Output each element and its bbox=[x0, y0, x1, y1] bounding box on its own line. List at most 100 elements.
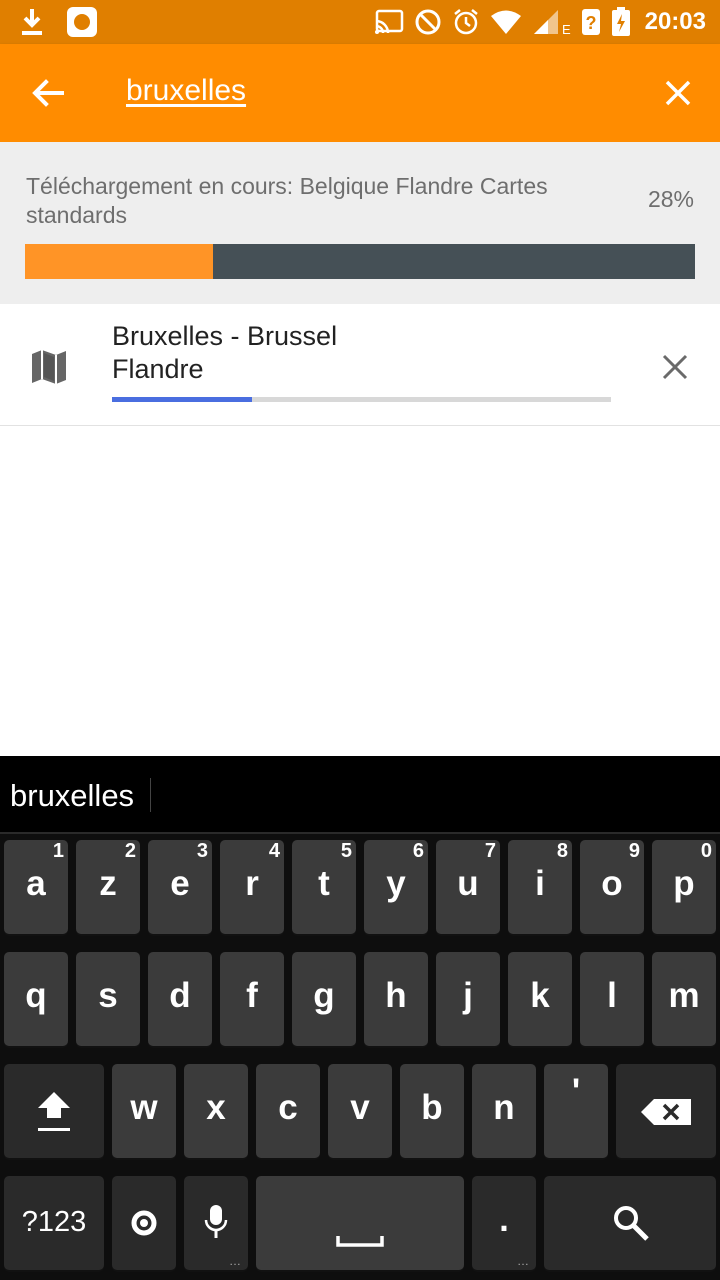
key-more-indicator: … bbox=[229, 1254, 242, 1268]
alarm-icon bbox=[452, 8, 480, 36]
key-h[interactable]: h bbox=[364, 952, 428, 1046]
cast-icon bbox=[374, 9, 404, 35]
backspace-key[interactable] bbox=[616, 1064, 716, 1158]
key-b[interactable]: b bbox=[400, 1064, 464, 1158]
result-title: Bruxelles - Brussel bbox=[112, 321, 338, 351]
key-label: e bbox=[170, 864, 190, 903]
key-r[interactable]: 4r bbox=[220, 840, 284, 934]
search-key[interactable] bbox=[544, 1176, 716, 1270]
key-j[interactable]: j bbox=[436, 952, 500, 1046]
key-hint: 5 bbox=[340, 840, 352, 862]
suggestion-strip: bruxelles bbox=[0, 756, 720, 834]
key-t[interactable]: 5t bbox=[292, 840, 356, 934]
key-hint: 2 bbox=[124, 840, 136, 862]
key-label: t bbox=[318, 864, 330, 903]
microphone-key[interactable]: … bbox=[184, 1176, 248, 1270]
key-label: k bbox=[530, 976, 550, 1015]
key-label: o bbox=[601, 864, 623, 903]
backspace-icon bbox=[641, 1099, 691, 1125]
key-hint: 6 bbox=[412, 840, 424, 862]
search-input[interactable]: bruxelles bbox=[126, 74, 246, 108]
key-k[interactable]: k bbox=[508, 952, 572, 1046]
key-more-indicator: … bbox=[517, 1254, 530, 1268]
key-d[interactable]: d bbox=[148, 952, 212, 1046]
period-key[interactable]: . … bbox=[472, 1176, 536, 1270]
shift-key[interactable] bbox=[4, 1064, 104, 1158]
key-label: q bbox=[25, 976, 47, 1015]
key-l[interactable]: l bbox=[580, 952, 644, 1046]
close-icon bbox=[662, 354, 688, 380]
key-o[interactable]: 9o bbox=[580, 840, 644, 934]
back-button[interactable] bbox=[28, 73, 68, 113]
key-label: a bbox=[26, 864, 46, 903]
app-bar: bruxelles bbox=[0, 44, 720, 142]
key-hint: 4 bbox=[268, 840, 280, 862]
key-v[interactable]: v bbox=[328, 1064, 392, 1158]
download-percent: 28% bbox=[647, 186, 694, 212]
key-x[interactable]: x bbox=[184, 1064, 248, 1158]
key-m[interactable]: m bbox=[652, 952, 716, 1046]
key-u[interactable]: 7u bbox=[436, 840, 500, 934]
do-not-disturb-icon bbox=[414, 8, 442, 36]
download-progress-fill bbox=[25, 244, 213, 279]
key-i[interactable]: 8i bbox=[508, 840, 572, 934]
key-label: g bbox=[313, 976, 335, 1015]
key-w[interactable]: w bbox=[112, 1064, 176, 1158]
key-c[interactable]: c bbox=[256, 1064, 320, 1158]
key-y[interactable]: 6y bbox=[364, 840, 428, 934]
key-label: h bbox=[385, 976, 407, 1015]
key-label: l bbox=[607, 976, 617, 1015]
unknown-sim-icon: ? bbox=[581, 8, 601, 36]
space-key[interactable] bbox=[256, 1176, 464, 1270]
key-label: x bbox=[206, 1088, 226, 1127]
key-label: b bbox=[421, 1088, 443, 1127]
status-bar: E ? 20:03 bbox=[0, 0, 720, 44]
suggestion-word[interactable]: bruxelles bbox=[10, 778, 134, 814]
keyboard-settings-icon bbox=[131, 1210, 157, 1236]
key-q[interactable]: q bbox=[4, 952, 68, 1046]
key-label: z bbox=[99, 864, 117, 903]
list-item[interactable]: Bruxelles - Brussel Flandre bbox=[0, 304, 720, 426]
key-apostrophe[interactable]: ' bbox=[544, 1064, 608, 1158]
key-label: j bbox=[463, 976, 473, 1015]
symbols-key[interactable]: ?123 bbox=[4, 1176, 104, 1270]
key-label: u bbox=[457, 864, 479, 903]
notification-app-icon bbox=[66, 6, 98, 38]
key-label: ' bbox=[571, 1072, 581, 1111]
key-e[interactable]: 3e bbox=[148, 840, 212, 934]
download-icon bbox=[18, 7, 46, 37]
key-hint: 7 bbox=[484, 840, 496, 862]
key-hint: 0 bbox=[700, 840, 712, 862]
key-z[interactable]: 2z bbox=[76, 840, 140, 934]
key-label: i bbox=[535, 864, 545, 903]
key-p[interactable]: 0p bbox=[652, 840, 716, 934]
key-a[interactable]: 1a bbox=[4, 840, 68, 934]
clock: 20:03 bbox=[644, 8, 706, 35]
key-hint: 3 bbox=[196, 840, 208, 862]
wifi-icon bbox=[490, 9, 522, 35]
cancel-download-button[interactable] bbox=[660, 352, 690, 382]
key-label: r bbox=[245, 864, 259, 903]
space-bar-icon bbox=[336, 1236, 384, 1247]
result-subtitle: Flandre bbox=[112, 354, 204, 384]
item-progress-fill bbox=[112, 397, 252, 402]
key-n[interactable]: n bbox=[472, 1064, 536, 1158]
soft-keyboard: bruxelles ?123 … . … 1 a 2 z 3 e 4 r 5 t… bbox=[0, 756, 720, 1280]
key-label: c bbox=[278, 1088, 298, 1127]
shift-icon bbox=[38, 1092, 70, 1131]
key-f[interactable]: f bbox=[220, 952, 284, 1046]
key-s[interactable]: s bbox=[76, 952, 140, 1046]
key-label: w bbox=[130, 1088, 158, 1127]
map-icon bbox=[30, 348, 68, 386]
network-type-label: E bbox=[561, 21, 571, 37]
key-label: d bbox=[169, 976, 191, 1015]
arrow-left-icon bbox=[32, 79, 64, 107]
key-g[interactable]: g bbox=[292, 952, 356, 1046]
item-progress-bar bbox=[112, 397, 611, 402]
clear-search-button[interactable] bbox=[660, 75, 696, 111]
period-key-label: . bbox=[499, 1200, 509, 1239]
svg-text:?: ? bbox=[585, 13, 596, 33]
keyboard-settings-key[interactable] bbox=[112, 1176, 176, 1270]
key-hint: 8 bbox=[556, 840, 568, 862]
download-progress-bar bbox=[25, 244, 695, 279]
